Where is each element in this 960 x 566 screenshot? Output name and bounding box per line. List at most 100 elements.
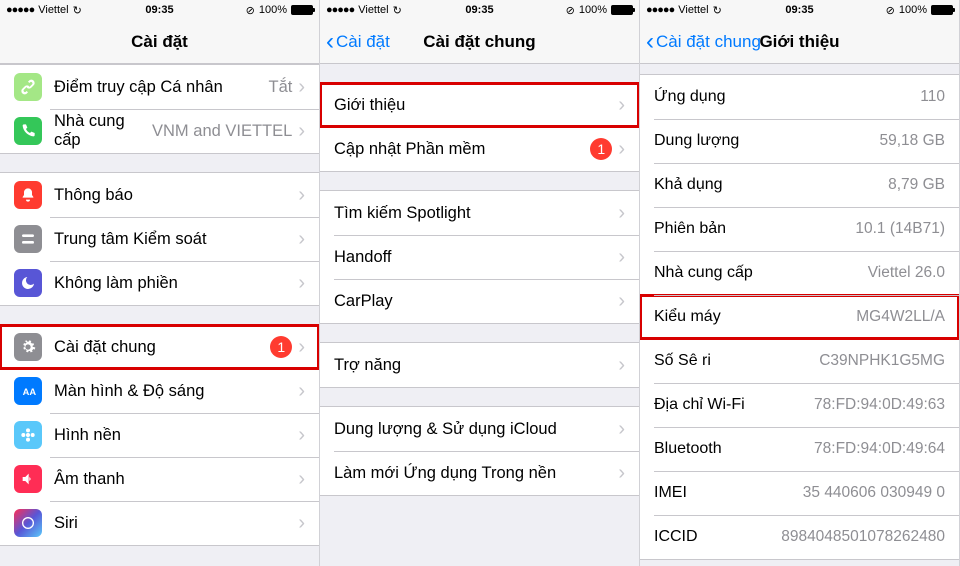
chevron-right-icon: › <box>298 228 305 251</box>
row-label: Màn hình & Độ sáng <box>54 382 292 401</box>
info-imei: IMEI35 440606 030949 0 <box>640 471 959 515</box>
info-label: Ứng dụng <box>654 88 920 106</box>
info-value: 35 440606 030949 0 <box>803 484 945 502</box>
back-label: Cài đặt chung <box>656 32 761 52</box>
chevron-right-icon: › <box>298 512 305 535</box>
settings-content[interactable]: Điểm truy cập Cá nhânTắt›Nhà cung cấpVNM… <box>0 64 319 566</box>
badge: 1 <box>270 336 292 358</box>
chevron-right-icon: › <box>618 354 625 377</box>
row-sounds[interactable]: Âm thanh › <box>0 457 319 501</box>
general-panel: ●●●●● Viettel ↻ 09:35 ⊘ 100% ‹ Cài đặt C… <box>320 0 640 566</box>
back-button[interactable]: ‹ Cài đặt <box>326 30 390 54</box>
chevron-right-icon: › <box>618 246 625 269</box>
info-label: Kiểu máy <box>654 308 856 326</box>
carrier-name: Viettel <box>358 4 388 16</box>
chevron-right-icon: › <box>298 184 305 207</box>
general-content[interactable]: Giới thiệu›Cập nhật Phần mềm1› Tìm kiếm … <box>320 64 639 566</box>
info-value: MG4W2LL/A <box>856 308 945 326</box>
battery-pct: 100% <box>259 4 287 16</box>
battery-icon <box>931 5 953 15</box>
row-label: Dung lượng & Sử dụng iCloud <box>334 420 612 439</box>
battery-icon <box>611 5 633 15</box>
nav-title: Cài đặt <box>131 32 188 52</box>
row-control-center[interactable]: Trung tâm Kiểm soát› <box>0 217 319 261</box>
info-value: 78:FD:94:0D:49:63 <box>814 396 945 414</box>
row-storage-icloud[interactable]: Dung lượng & Sử dụng iCloud › <box>320 407 639 451</box>
info-value: 78:FD:94:0D:49:64 <box>814 440 945 458</box>
chevron-right-icon: › <box>618 94 625 117</box>
nav-title: Giới thiệu <box>759 32 839 52</box>
orientation-lock-icon: ⊘ <box>246 4 255 17</box>
row-background-app-refresh[interactable]: Làm mới Ứng dụng Trong nền› <box>320 451 639 495</box>
status-bar: ●●●●● Viettel ↻ 09:35 ⊘ 100% <box>320 0 639 20</box>
sync-icon: ↻ <box>73 4 82 17</box>
about-content[interactable]: Ứng dụng110Dung lượng59,18 GBKhả dụng8,7… <box>640 64 959 566</box>
row-display[interactable]: AA Màn hình & Độ sáng › <box>0 369 319 413</box>
row-handoff[interactable]: Handoff› <box>320 235 639 279</box>
row-carplay[interactable]: CarPlay› <box>320 279 639 323</box>
info-bluetooth: Bluetooth78:FD:94:0D:49:64 <box>640 427 959 471</box>
back-button[interactable]: ‹ Cài đặt chung <box>646 30 761 54</box>
chevron-left-icon: ‹ <box>646 30 654 54</box>
nav-bar: Cài đặt <box>0 20 319 64</box>
row-carrier[interactable]: Nhà cung cấpVNM and VIETTEL› <box>0 109 319 153</box>
row-label: Tìm kiếm Spotlight <box>334 204 612 223</box>
svg-text:AA: AA <box>23 387 36 397</box>
gear-icon <box>14 333 42 361</box>
row-label: Cài đặt chung <box>54 338 264 357</box>
row-accessibility[interactable]: Trợ năng› <box>320 343 639 387</box>
status-bar: ●●●●● Viettel ↻ 09:35 ⊘ 100% <box>640 0 959 20</box>
phone-icon <box>14 117 42 145</box>
row-do-not-disturb[interactable]: Không làm phiền› <box>0 261 319 305</box>
row-label: Điểm truy cập Cá nhân <box>54 78 268 97</box>
settings-panel: ●●●●● Viettel ↻ 09:35 ⊘ 100% Cài đặt Điể… <box>0 0 320 566</box>
chevron-right-icon: › <box>298 424 305 447</box>
info-value: 110 <box>920 88 945 106</box>
bell-icon <box>14 181 42 209</box>
info-serial-number: Số Sê riC39NPHK1G5MG <box>640 339 959 383</box>
chevron-right-icon: › <box>298 380 305 403</box>
sync-icon: ↻ <box>393 4 402 17</box>
carrier-name: Viettel <box>38 4 68 16</box>
row-wallpaper[interactable]: Hình nền › <box>0 413 319 457</box>
row-about[interactable]: Giới thiệu› <box>320 83 639 127</box>
info-wifi-address: Địa chỉ Wi-Fi78:FD:94:0D:49:63 <box>640 383 959 427</box>
info-label: Phiên bản <box>654 220 855 238</box>
chevron-right-icon: › <box>298 272 305 295</box>
chevron-right-icon: › <box>298 468 305 491</box>
row-general[interactable]: Cài đặt chung1› <box>0 325 319 369</box>
row-label: Hình nền <box>54 426 292 445</box>
status-time: 09:35 <box>145 4 173 16</box>
nav-bar: ‹ Cài đặt chung Giới thiệu <box>640 20 959 64</box>
chevron-right-icon: › <box>618 138 625 161</box>
info-carrier: Nhà cung cấpViettel 26.0 <box>640 251 959 295</box>
status-time: 09:35 <box>785 4 813 16</box>
signal-dots: ●●●●● <box>326 4 354 16</box>
chevron-right-icon: › <box>618 290 625 313</box>
row-label: Âm thanh <box>54 470 292 489</box>
info-model: Kiểu máyMG4W2LL/A <box>640 295 959 339</box>
info-value: 10.1 (14B71) <box>855 220 945 238</box>
row-label: Làm mới Ứng dụng Trong nền <box>334 464 612 483</box>
flower-icon <box>14 421 42 449</box>
info-iccid: ICCID8984048501078262480 <box>640 515 959 559</box>
info-value: 8984048501078262480 <box>781 528 945 546</box>
nav-bar: ‹ Cài đặt Cài đặt chung <box>320 20 639 64</box>
row-notifications[interactable]: Thông báo› <box>0 173 319 217</box>
row-personal-hotspot[interactable]: Điểm truy cập Cá nhânTắt› <box>0 65 319 109</box>
info-label: Số Sê ri <box>654 352 819 370</box>
row-spotlight[interactable]: Tìm kiếm Spotlight › <box>320 191 639 235</box>
info-value: Viettel 26.0 <box>868 264 945 282</box>
info-label: IMEI <box>654 484 803 502</box>
info-label: Bluetooth <box>654 440 814 458</box>
info-value: C39NPHK1G5MG <box>819 352 945 370</box>
row-software-update[interactable]: Cập nhật Phần mềm1› <box>320 127 639 171</box>
info-label: Khả dụng <box>654 176 888 194</box>
chevron-right-icon: › <box>618 418 625 441</box>
switches-icon <box>14 225 42 253</box>
info-version: Phiên bản10.1 (14B71) <box>640 207 959 251</box>
status-time: 09:35 <box>465 4 493 16</box>
chevron-right-icon: › <box>618 202 625 225</box>
row-siri[interactable]: Siri› <box>0 501 319 545</box>
row-value: Tắt <box>268 78 292 97</box>
